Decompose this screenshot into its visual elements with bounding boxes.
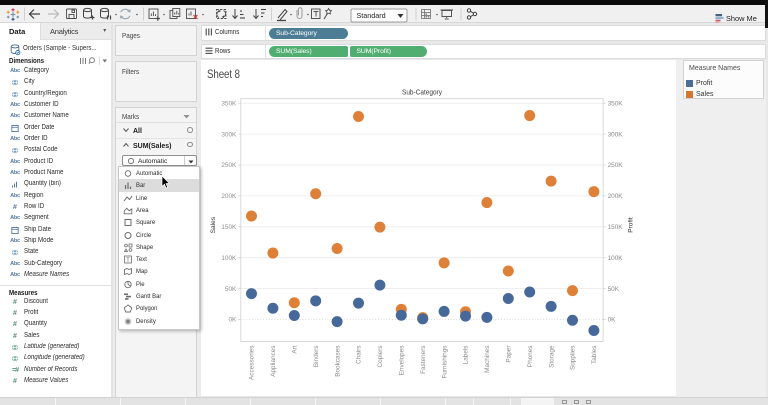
svg-text:50K: 50K xyxy=(225,286,237,293)
svg-text:250K: 250K xyxy=(221,162,237,169)
svg-text:Show Me: Show Me xyxy=(726,14,757,23)
svg-text:0K: 0K xyxy=(608,317,617,324)
svg-text:Labels: Labels xyxy=(463,346,470,365)
svg-text:Chairs: Chairs xyxy=(356,346,363,364)
svg-text:Storage: Storage xyxy=(548,345,555,368)
svg-text:Profit: Profit xyxy=(628,217,635,233)
svg-text:Envelopes: Envelopes xyxy=(399,346,406,376)
svg-text:100K: 100K xyxy=(608,255,624,262)
svg-text:Tables: Tables xyxy=(591,346,598,364)
svg-text:200K: 200K xyxy=(608,193,624,200)
svg-text:100K: 100K xyxy=(221,255,237,262)
svg-text:300K: 300K xyxy=(221,131,237,138)
svg-text:Machines: Machines xyxy=(484,346,491,373)
svg-text:Phones: Phones xyxy=(527,346,534,368)
svg-text:Fasteners: Fasteners xyxy=(420,346,427,374)
svg-text:0K: 0K xyxy=(228,317,237,324)
svg-text:300K: 300K xyxy=(608,131,624,138)
svg-text:250K: 250K xyxy=(608,162,624,169)
svg-text:Copiers: Copiers xyxy=(377,346,384,368)
svg-text:150K: 150K xyxy=(608,224,624,231)
svg-text:Paper: Paper xyxy=(506,345,513,363)
svg-text:Sub-Category: Sub-Category xyxy=(402,90,442,97)
svg-text:Binders: Binders xyxy=(313,346,320,368)
svg-text:Standard: Standard xyxy=(357,11,386,20)
svg-text:350K: 350K xyxy=(221,100,237,107)
svg-text:350K: 350K xyxy=(608,100,624,107)
svg-text:Accessories: Accessories xyxy=(249,346,256,380)
svg-text:Art: Art xyxy=(292,345,299,353)
svg-text:T: T xyxy=(126,258,130,264)
svg-text:200K: 200K xyxy=(221,193,237,200)
svg-text:Furnishings: Furnishings xyxy=(441,346,448,379)
svg-text:Sales: Sales xyxy=(210,216,217,233)
svg-text:Supplies: Supplies xyxy=(570,346,577,371)
svg-text:Appliances: Appliances xyxy=(270,346,277,377)
svg-text:50K: 50K xyxy=(608,286,620,293)
svg-text:Bookcases: Bookcases xyxy=(334,346,341,377)
svg-text:150K: 150K xyxy=(221,224,237,231)
